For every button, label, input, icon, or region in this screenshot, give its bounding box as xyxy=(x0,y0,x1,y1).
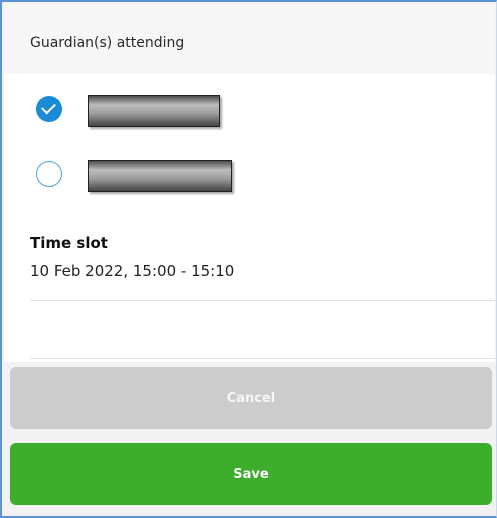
cancel-button[interactable]: Cancel xyxy=(10,367,492,429)
dialog-header: Guardian(s) attending xyxy=(4,4,495,75)
divider xyxy=(30,300,495,301)
checked-radio-icon[interactable] xyxy=(36,96,62,122)
dialog-content: Time slot 10 Feb 2022, 15:00 - 15:10 xyxy=(4,74,495,362)
redacted-guardian-name xyxy=(88,160,232,192)
timeslot-label: Time slot xyxy=(30,234,108,252)
header-title: Guardian(s) attending xyxy=(30,35,185,51)
dialog-frame: Guardian(s) attending Time slot 10 Feb 2… xyxy=(0,0,497,518)
divider xyxy=(30,358,495,359)
guardian-option-2[interactable] xyxy=(4,144,495,204)
guardian-option-1[interactable] xyxy=(4,79,495,139)
redacted-guardian-name xyxy=(88,95,220,127)
unchecked-radio-icon[interactable] xyxy=(36,161,62,187)
timeslot-value: 10 Feb 2022, 15:00 - 15:10 xyxy=(30,262,235,280)
save-button[interactable]: Save xyxy=(10,443,492,505)
